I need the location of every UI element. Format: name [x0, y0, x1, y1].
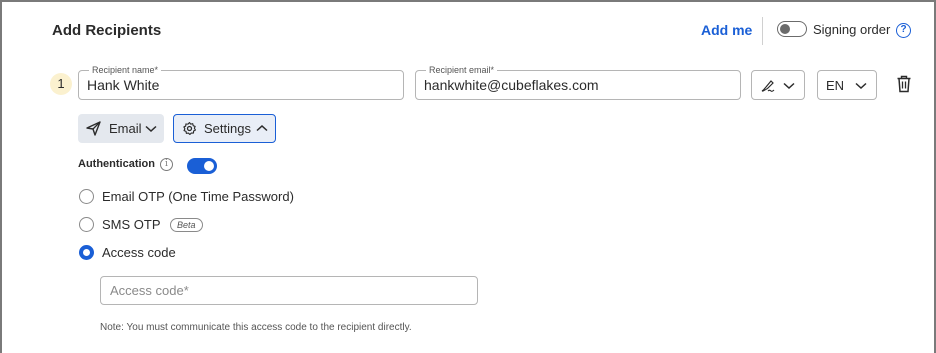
recipient-name-value[interactable]: Hank White: [87, 77, 159, 93]
access-code-field[interactable]: [100, 276, 478, 305]
chevron-down-icon: [783, 82, 795, 90]
info-icon[interactable]: i: [160, 158, 173, 171]
recipient-email-label: Recipient email*: [426, 64, 498, 76]
recipient-email-field[interactable]: Recipient email* hankwhite@cubeflakes.co…: [415, 64, 741, 100]
chevron-down-icon: [855, 82, 867, 90]
add-recipients-panel: Add Recipients Add me Signing order ? 1 …: [0, 0, 936, 353]
option-sms-otp-label[interactable]: SMS OTP: [102, 217, 161, 232]
radio-access-code[interactable]: [79, 245, 94, 260]
recipient-name-field[interactable]: Recipient name* Hank White: [78, 64, 404, 100]
add-me-link[interactable]: Add me: [701, 22, 752, 38]
header-divider: [762, 17, 763, 45]
toggle-knob: [780, 24, 790, 34]
trash-icon[interactable]: [896, 75, 912, 93]
access-code-input[interactable]: [101, 277, 477, 304]
signing-order-label: Signing order: [813, 22, 891, 37]
recipient-name-label: Recipient name*: [89, 64, 162, 76]
chevron-up-icon: [256, 124, 268, 132]
send-icon: [86, 121, 101, 136]
toggle-knob: [204, 161, 214, 171]
recipient-index-badge: 1: [50, 73, 72, 95]
option-email-otp-label[interactable]: Email OTP (One Time Password): [102, 189, 294, 204]
signature-pen-icon: [761, 80, 775, 92]
panel-title: Add Recipients: [52, 22, 162, 39]
delivery-method-button[interactable]: Email: [78, 114, 164, 143]
chevron-down-icon: [145, 125, 157, 133]
signing-order-toggle[interactable]: [777, 21, 807, 37]
radio-email-otp[interactable]: [79, 189, 94, 204]
gear-icon: [183, 122, 196, 135]
radio-sms-otp[interactable]: [79, 217, 94, 232]
help-icon[interactable]: ?: [896, 23, 911, 38]
language-value: EN: [826, 78, 845, 93]
delivery-method-label: Email: [109, 121, 142, 136]
recipient-role-select[interactable]: [751, 70, 805, 100]
settings-label: Settings: [204, 121, 251, 136]
option-access-code-label[interactable]: Access code: [102, 245, 176, 260]
access-code-note: Note: You must communicate this access c…: [100, 322, 412, 333]
recipient-email-value[interactable]: hankwhite@cubeflakes.com: [424, 77, 599, 93]
language-select[interactable]: EN: [817, 70, 877, 100]
authentication-label: Authentication: [78, 158, 155, 170]
authentication-toggle[interactable]: [187, 158, 217, 174]
beta-badge: Beta: [170, 218, 203, 232]
settings-button[interactable]: Settings: [173, 114, 276, 143]
